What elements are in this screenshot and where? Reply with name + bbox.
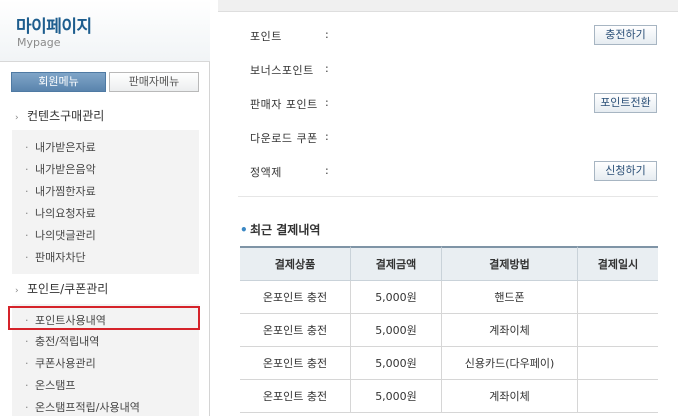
table-cell-product: 온포인트 충전 — [240, 380, 351, 413]
table-cell-method: 신용카드(다우페이) — [442, 347, 578, 380]
table-cell-method: 핸드폰 — [442, 281, 578, 314]
tab-member-menu[interactable]: 회원메뉴 — [11, 72, 106, 92]
column-header-method: 결제방법 — [442, 246, 578, 281]
table-cell-date — [578, 281, 658, 314]
recent-payments-title: • 최근 결제내역 — [240, 223, 321, 237]
tab-seller-menu[interactable]: 판매자메뉴 — [109, 72, 199, 92]
flat-rate-label: 정액제 — [250, 166, 282, 179]
point-convert-button[interactable]: 포인트전환 — [594, 93, 657, 113]
seller-points-colon: : — [325, 96, 329, 109]
download-coupon-colon: : — [325, 130, 329, 143]
charge-button[interactable]: 충전하기 — [594, 25, 657, 45]
table-cell-amount: 5,000원 — [351, 347, 442, 380]
selection-highlight-box — [8, 306, 200, 330]
sidebar-item-onstamp-history[interactable]: · 온스탬프적립/사용내역 — [25, 399, 140, 415]
download-coupon-label: 다운로드 쿠폰 — [250, 132, 318, 145]
table-cell-method: 계좌이체 — [442, 380, 578, 413]
sidebar-item-received-music[interactable]: · 내가받은음악 — [25, 161, 96, 177]
sidebar-item-charge-history[interactable]: · 충전/적립내역 — [25, 333, 99, 349]
sidebar-title: 마이페이지 — [16, 17, 92, 37]
column-header-date: 결제일시 — [578, 246, 658, 281]
points-colon: : — [325, 28, 329, 41]
sidebar-item-my-comments[interactable]: · 나의댓글관리 — [25, 227, 96, 243]
section-points-coupons[interactable]: › 포인트/쿠폰관리 — [15, 280, 108, 297]
sidebar-item-coupon-usage[interactable]: · 쿠폰사용관리 — [25, 355, 96, 371]
main-content: 포인트 : 충전하기 보너스포인트 : 판매자 포인트 : 포인트전환 다운로드… — [218, 0, 678, 416]
section-label: 포인트/쿠폰관리 — [27, 282, 109, 296]
bullet-icon: • — [240, 223, 248, 237]
points-label: 포인트 — [250, 30, 282, 43]
apply-button[interactable]: 신청하기 — [594, 161, 657, 181]
seller-points-label: 판매자 포인트 — [250, 98, 318, 111]
table-cell-date — [578, 314, 658, 347]
section-label: 컨텐츠구매관리 — [27, 109, 105, 123]
table-cell-product: 온포인트 충전 — [240, 314, 351, 347]
divider — [238, 196, 658, 197]
section-content-purchase[interactable]: › 컨텐츠구매관리 — [15, 107, 104, 124]
sidebar: 마이페이지 Mypage 회원메뉴 판매자메뉴 › 컨텐츠구매관리 · 내가받은자료… — [0, 0, 210, 416]
table-cell-date — [578, 347, 658, 380]
chevron-right-icon: › — [15, 286, 19, 296]
sidebar-item-onstamp[interactable]: · 온스탬프 — [25, 377, 75, 393]
chevron-right-icon: › — [15, 113, 19, 123]
column-header-product: 결제상품 — [240, 246, 351, 281]
top-bar — [218, 0, 678, 12]
sidebar-item-seller-block[interactable]: · 판매자차단 — [25, 249, 86, 265]
column-header-amount: 결제금액 — [351, 246, 442, 281]
sidebar-item-wishlist[interactable]: · 내가찜한자료 — [25, 183, 96, 199]
sidebar-item-received-files[interactable]: · 내가받은자료 — [25, 139, 96, 155]
bonus-points-colon: : — [325, 62, 329, 75]
sidebar-item-my-requests[interactable]: · 나의요청자료 — [25, 205, 96, 221]
bonus-points-label: 보너스포인트 — [250, 64, 314, 77]
sidebar-subtitle: Mypage — [17, 36, 61, 49]
sidebar-header: 마이페이지 Mypage — [0, 0, 210, 62]
table-cell-date — [578, 380, 658, 413]
flat-rate-colon: : — [325, 164, 329, 177]
table-cell-product: 온포인트 충전 — [240, 347, 351, 380]
table-cell-amount: 5,000원 — [351, 314, 442, 347]
table-cell-amount: 5,000원 — [351, 380, 442, 413]
menu-tabs: 회원메뉴 판매자메뉴 — [11, 72, 199, 92]
table-cell-product: 온포인트 충전 — [240, 281, 351, 314]
table-cell-method: 계좌이체 — [442, 314, 578, 347]
table-cell-amount: 5,000원 — [351, 281, 442, 314]
